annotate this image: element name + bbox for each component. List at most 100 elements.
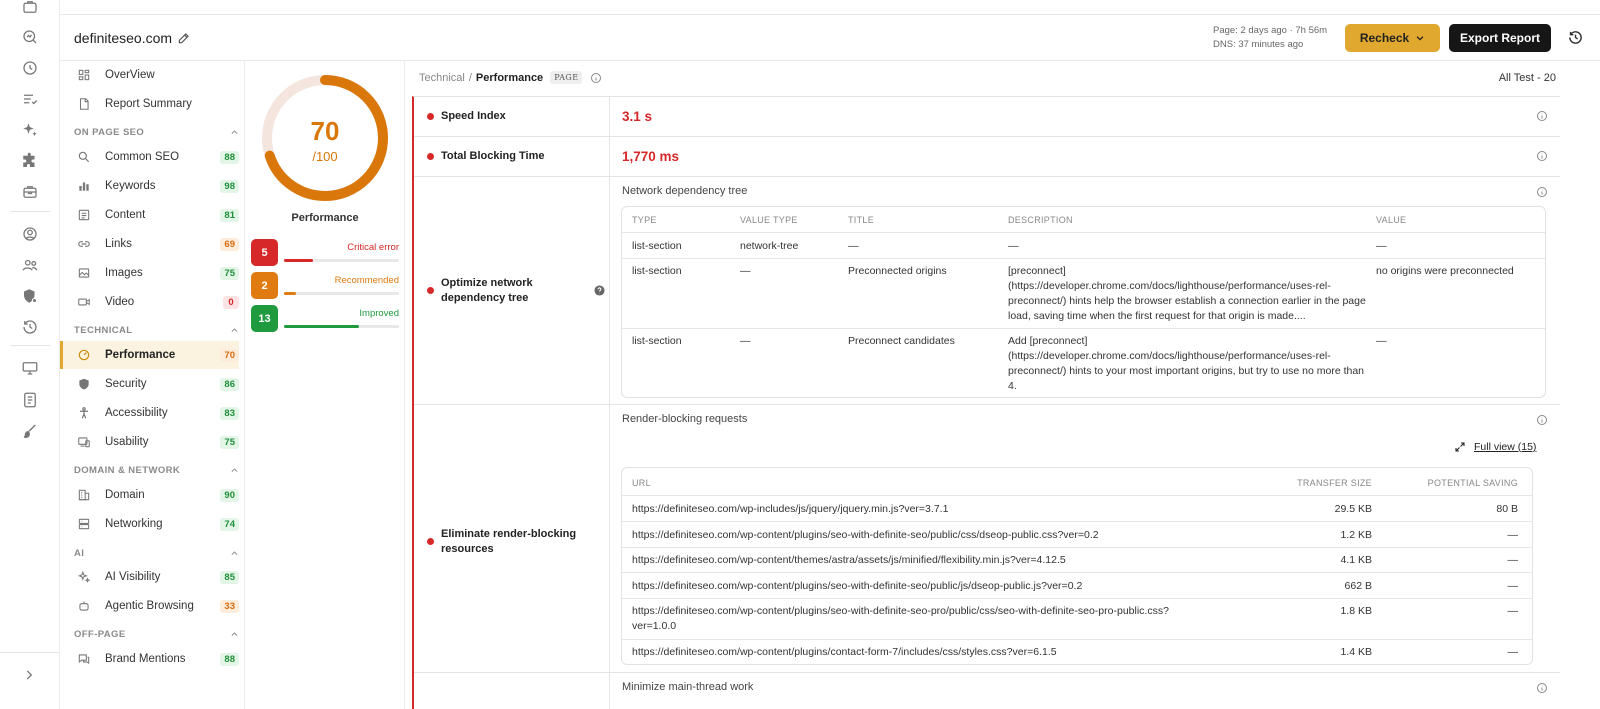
search-analytics-icon[interactable] xyxy=(21,28,39,46)
info-icon[interactable] xyxy=(590,72,602,84)
sidebar-item-content[interactable]: Content 81 xyxy=(60,201,239,229)
clock-icon[interactable] xyxy=(21,59,39,77)
table-cell: — xyxy=(1507,605,1519,617)
sidebar-item-label: Common SEO xyxy=(105,151,180,163)
image-icon xyxy=(77,266,91,280)
improved-count[interactable]: 13 Improved xyxy=(251,305,399,333)
status-dot xyxy=(427,538,434,545)
table-cell: list-section xyxy=(632,240,682,252)
section-technical[interactable]: TECHNICAL xyxy=(74,323,239,337)
table-cell: — xyxy=(1507,529,1519,541)
history-icon[interactable] xyxy=(1567,29,1584,46)
section-off-page[interactable]: OFF-PAGE xyxy=(74,627,239,641)
section-ai[interactable]: AI xyxy=(74,546,239,560)
link-icon xyxy=(77,237,91,251)
info-icon[interactable] xyxy=(1536,682,1548,694)
section-on-page-seo[interactable]: ON PAGE SEO xyxy=(74,125,239,139)
critical-error-count[interactable]: 5 Critical error xyxy=(251,239,399,267)
main-panel: Technical / Performance PAGE All Test - … xyxy=(405,61,1600,709)
progress-track xyxy=(284,292,399,295)
checklist-icon[interactable] xyxy=(21,90,39,108)
expand-sidebar-button[interactable] xyxy=(0,652,60,696)
info-icon[interactable] xyxy=(1536,186,1548,198)
monitor-icon[interactable] xyxy=(21,359,39,377)
audit-name: Optimize network dependency tree xyxy=(441,277,533,304)
score-badge: 88 xyxy=(220,150,239,164)
table-cell: https://definiteseo.com/wp-content/plugi… xyxy=(632,646,1057,658)
table-cell: no origins were preconnected xyxy=(1376,265,1514,277)
sidebar-item-label: Links xyxy=(105,238,132,250)
content-icon xyxy=(77,208,91,222)
help-icon[interactable] xyxy=(594,285,605,296)
brush-icon[interactable] xyxy=(21,422,39,440)
info-icon[interactable] xyxy=(1536,414,1548,426)
grid-icon xyxy=(77,68,91,82)
table-cell: 1.8 KB xyxy=(1340,605,1372,617)
sidebar-item-links[interactable]: Links 69 xyxy=(60,230,239,258)
sidebar-item-brand-mentions[interactable]: Brand Mentions 88 xyxy=(60,645,239,673)
table-cell: — xyxy=(1507,646,1519,658)
security-settings-icon[interactable] xyxy=(21,287,39,305)
puzzle-icon[interactable] xyxy=(21,152,39,170)
sidebar-item-security[interactable]: Security 86 xyxy=(60,370,239,398)
sidebar-item-accessibility[interactable]: Accessibility 83 xyxy=(60,399,239,427)
audit-row-main-thread: Minimize main-thread work xyxy=(414,673,1560,709)
section-title: Minimize main-thread work xyxy=(622,681,754,693)
video-icon xyxy=(77,295,91,309)
sidebar-item-label: Agentic Browsing xyxy=(105,600,194,612)
chat-icon xyxy=(77,652,91,666)
sidebar-item-common-seo[interactable]: Common SEO 88 xyxy=(60,143,239,171)
history-icon[interactable] xyxy=(21,318,39,336)
ai-sparkle-icon[interactable] xyxy=(21,121,39,139)
pencil-icon[interactable] xyxy=(177,31,191,45)
search-icon xyxy=(77,150,91,164)
briefcase-icon[interactable] xyxy=(21,0,39,16)
sidebar-item-performance[interactable]: Performance 70 xyxy=(60,341,239,369)
status-dot xyxy=(427,153,434,160)
status-dot xyxy=(427,113,434,120)
sidebar-item-ai-visibility[interactable]: AI Visibility 85 xyxy=(60,563,239,591)
table-cell: — xyxy=(1507,554,1519,566)
table-cell: Add [preconnect] (https://developer.chro… xyxy=(1008,335,1365,392)
report-icon[interactable] xyxy=(21,391,39,409)
column-header: URL xyxy=(632,478,651,488)
sidebar-item-images[interactable]: Images 75 xyxy=(60,259,239,287)
info-icon[interactable] xyxy=(1536,110,1548,122)
table-cell: — xyxy=(848,240,859,252)
table-cell: 4.1 KB xyxy=(1340,554,1372,566)
sidebar-item-agentic-browsing[interactable]: Agentic Browsing 33 xyxy=(60,592,239,620)
table-cell: — xyxy=(740,265,751,277)
sidebar-item-usability[interactable]: Usability 75 xyxy=(60,428,239,456)
full-view-link[interactable]: Full view (15) xyxy=(1454,441,1536,453)
page-header: definiteseo.com Page: 2 days ago · 7h 56… xyxy=(60,15,1600,61)
recommended-count[interactable]: 2 Recommended xyxy=(251,272,399,300)
chevron-up-icon xyxy=(230,549,239,558)
sidebar-item-label: Video xyxy=(105,296,135,308)
shield-icon xyxy=(77,377,91,391)
section-domain-network[interactable]: DOMAIN & NETWORK xyxy=(74,463,239,477)
info-icon[interactable] xyxy=(1536,150,1548,162)
export-report-button[interactable]: Export Report xyxy=(1449,24,1551,52)
user-circle-icon[interactable] xyxy=(21,225,39,243)
table-cell: list-section xyxy=(632,335,682,347)
table-cell: 29.5 KB xyxy=(1334,503,1372,515)
toolbox-icon[interactable] xyxy=(21,183,39,201)
breadcrumb-parent[interactable]: Technical xyxy=(419,72,465,84)
sidebar-item-keywords[interactable]: Keywords 98 xyxy=(60,172,239,200)
recheck-button[interactable]: Recheck xyxy=(1345,24,1440,52)
sidebar-item-networking[interactable]: Networking 74 xyxy=(60,510,239,538)
score-badge: 75 xyxy=(220,435,239,449)
score-badge: 81 xyxy=(220,208,239,222)
sidebar-item-domain[interactable]: Domain 90 xyxy=(60,481,239,509)
users-icon[interactable] xyxy=(21,256,39,274)
full-view-label: Full view (15) xyxy=(1474,441,1537,453)
breadcrumb: Technical / Performance PAGE xyxy=(419,71,602,84)
sidebar-item-video[interactable]: Video 0 xyxy=(60,288,239,316)
issue-label: Improved xyxy=(359,308,399,319)
chevron-right-icon xyxy=(22,668,36,682)
icon-rail xyxy=(0,0,60,709)
sidebar-item-label: Performance xyxy=(105,349,176,361)
sidebar-item-report-summary[interactable]: Report Summary xyxy=(60,90,239,118)
sidebar-item-overview[interactable]: OverView xyxy=(60,61,239,89)
chevron-down-icon xyxy=(1415,33,1425,43)
